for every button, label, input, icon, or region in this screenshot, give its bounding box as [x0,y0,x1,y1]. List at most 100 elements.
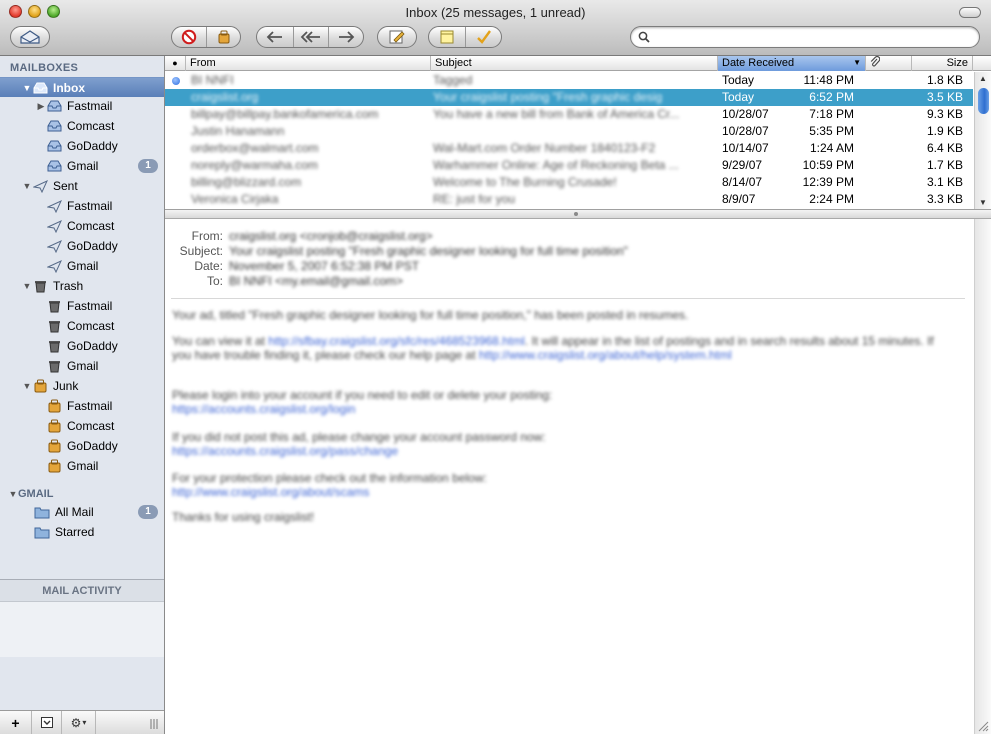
row-subject: Wal-Mart.com Order Number 1840123-F2 [433,141,656,155]
sidebar-item-all-mail[interactable]: All Mail 1 [0,502,164,522]
scroll-up-arrow-icon[interactable]: ▲ [979,74,987,83]
show-hide-mailbox-button[interactable] [32,711,62,734]
header-from-label: From: [191,229,223,243]
table-row[interactable]: billing@blizzard.com Welcome to The Burn… [165,174,973,191]
sidebar-item-junk[interactable]: ▼ Junk [0,376,164,396]
compose-pencil-icon [389,30,405,44]
junk-bag-icon [46,418,62,434]
resize-grip-icon[interactable] [977,720,989,732]
junk-button[interactable] [206,27,240,47]
inbox-tray-icon [46,98,62,114]
disclosure-triangle-icon[interactable]: ▼ [22,181,32,191]
sidebar-item-inbox-godaddy[interactable]: GoDaddy [0,136,164,156]
search-icon [638,31,650,43]
pane-splitter[interactable] [165,210,991,219]
table-row[interactable]: Veronica Cirjaka RE: just for you 8/9/07… [165,191,973,208]
row-from: Veronica Cirjaka [191,192,279,206]
unread-count-badge: 1 [138,505,158,519]
new-message-button[interactable] [377,26,417,48]
sidebar-item-sent-godaddy[interactable]: GoDaddy [0,236,164,256]
delete-button[interactable] [172,27,206,47]
sidebar-item-label: Fastmail [67,299,113,313]
sidebar-item-sent-comcast[interactable]: Comcast [0,216,164,236]
sidebar-item-junk-comcast[interactable]: Comcast [0,416,164,436]
sidebar-item-trash[interactable]: ▼ Trash [0,276,164,296]
no-entry-icon [182,29,197,45]
sidebar-item-inbox-fastmail[interactable]: ▶ Fastmail [0,96,164,116]
sidebar-item-junk-godaddy[interactable]: GoDaddy [0,436,164,456]
disclosure-triangle-icon[interactable]: ▼ [8,489,18,499]
unread-count-badge: 1 [138,159,158,173]
sidebar-item-inbox-comcast[interactable]: Comcast [0,116,164,136]
sidebar-item-label: Trash [53,279,84,293]
chevron-down-icon: ▾ [82,718,87,727]
search-field[interactable] [630,26,980,48]
column-from[interactable]: From [186,56,431,71]
body-link[interactable]: http://www.craigslist.org/about/scams [172,485,369,499]
sidebar-item-junk-gmail[interactable]: Gmail [0,456,164,476]
window-toolbar: Inbox (25 messages, 1 unread) [0,0,991,56]
sidebar-item-label: Gmail [67,459,99,473]
column-subject[interactable]: Subject [431,56,718,71]
disclosure-triangle-icon[interactable]: ▼ [22,83,32,93]
column-size[interactable]: Size [912,56,973,71]
sidebar-item-starred[interactable]: Starred [0,522,164,542]
action-menu-button[interactable]: ⚙ ▾ [62,711,96,734]
body-link[interactable]: http://sfbay.craigslist.org/sfc/res/4685… [268,334,525,348]
table-row[interactable]: noreply@warmaha.com Warhammer Online: Ag… [165,157,973,174]
table-row[interactable]: craigslist.org Your craigslist posting "… [165,89,973,106]
header-subject-value: Your craigslist posting "Fresh graphic d… [229,244,628,258]
message-viewer-scrollbar[interactable] [974,219,991,734]
toolbar-toggle-button[interactable] [959,7,981,18]
search-input[interactable] [653,29,973,45]
body-paragraph: https://accounts.craigslist.org/login [172,402,355,416]
sidebar-item-label: Fastmail [67,399,113,413]
sidebar-item-trash-fastmail[interactable]: Fastmail [0,296,164,316]
add-mailbox-button[interactable]: + [0,711,32,734]
body-link[interactable]: http://www.craigslist.org/about/help/sys… [479,348,732,362]
column-attachment[interactable] [866,56,912,71]
header-to-value[interactable]: BI NNFI <my.email@gmail.com> [229,274,403,288]
new-note-button[interactable] [429,27,465,47]
table-row[interactable]: orderbox@walmart.com Wal-Mart.com Order … [165,140,973,157]
header-from-value[interactable]: craigslist.org <cronjob@craigslist.org> [229,229,433,243]
row-from: craigslist.org [191,90,259,104]
sidebar-item-label: Junk [53,379,79,393]
message-list-scrollbar[interactable]: ▲ ▼ [974,72,991,209]
row-size: 6.4 KB [926,141,963,155]
scroll-thumb[interactable] [978,88,989,114]
reply-button[interactable] [257,27,293,47]
disclosure-triangle-icon[interactable]: ▼ [22,281,32,291]
row-from: noreply@warmaha.com [191,158,318,172]
sidebar-item-trash-gmail[interactable]: Gmail [0,356,164,376]
resize-grip-icon[interactable] [150,718,158,732]
gmail-section-header[interactable]: ▼ GMAIL [0,484,164,504]
sidebar-item-trash-godaddy[interactable]: GoDaddy [0,336,164,356]
get-mail-button[interactable] [10,26,50,48]
inbox-tray-icon [32,80,48,96]
sidebar-item-sent[interactable]: ▼ Sent [0,176,164,196]
table-row[interactable]: BI NNFI Tagged Today 11:48 PM 1.8 KB [165,72,973,89]
sidebar-item-sent-fastmail[interactable]: Fastmail [0,196,164,216]
table-row[interactable]: Justin Hanamann 10/28/07 5:35 PM 1.9 KB [165,123,973,140]
column-unread[interactable]: ● [165,56,186,71]
table-row[interactable]: billpay@billpay.bankofamerica.com You ha… [165,106,973,123]
sidebar-item-inbox[interactable]: ▼ Inbox [0,77,164,97]
sidebar-item-trash-comcast[interactable]: Comcast [0,316,164,336]
body-link[interactable]: https://accounts.craigslist.org/login [172,402,355,416]
gmail-header: GMAIL [18,488,54,500]
column-date-received[interactable]: Date Received ▼ [718,56,866,71]
body-link[interactable]: https://accounts.craigslist.org/pass/cha… [172,444,398,458]
disclosure-triangle-icon[interactable]: ▶ [36,101,46,112]
disclosure-triangle-icon[interactable]: ▼ [22,381,32,391]
scroll-down-arrow-icon[interactable]: ▼ [979,198,987,207]
folder-icon [34,504,50,520]
new-todo-button[interactable] [465,27,501,47]
sidebar-item-label: GoDaddy [67,439,118,453]
reply-all-button[interactable] [292,27,329,47]
sidebar-item-junk-fastmail[interactable]: Fastmail [0,396,164,416]
sidebar-item-sent-gmail[interactable]: Gmail [0,256,164,276]
sidebar-item-label: GoDaddy [67,239,118,253]
sidebar-item-inbox-gmail[interactable]: Gmail 1 [0,156,164,176]
forward-button[interactable] [328,27,363,47]
